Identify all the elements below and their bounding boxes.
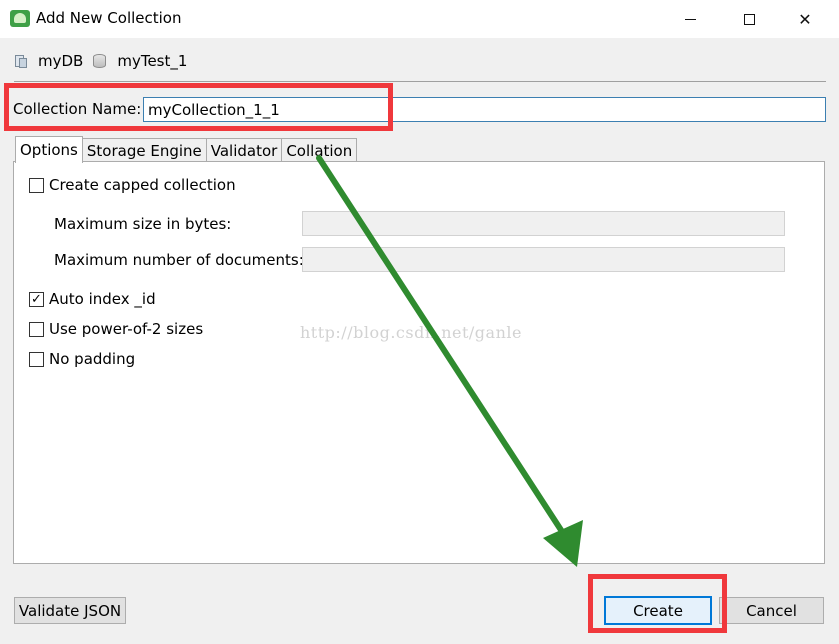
minimize-icon — [684, 18, 696, 20]
no-padding-checkbox[interactable] — [29, 351, 44, 367]
capped-checkbox[interactable] — [29, 177, 44, 193]
checkmark-icon: ✓ — [31, 291, 42, 307]
title-bar: Add New Collection ✕ — [0, 0, 839, 38]
max-documents-field — [302, 247, 785, 272]
window-title: Add New Collection — [36, 9, 182, 27]
maximize-icon — [743, 13, 755, 25]
max-size-field — [302, 211, 785, 236]
minimize-button[interactable] — [667, 0, 713, 38]
tab-bar: Options Storage Engine Validator Collati… — [15, 136, 358, 163]
collection-name-label: Collection Name: — [13, 100, 142, 118]
breadcrumb-collection: myTest_1 — [117, 52, 188, 70]
maximize-button[interactable] — [726, 0, 772, 38]
tab-collation[interactable]: Collation — [281, 138, 358, 162]
create-button[interactable]: Create — [604, 596, 712, 625]
database-icon — [14, 53, 28, 69]
power-of-2-option[interactable]: Use power-of-2 sizes — [29, 320, 203, 338]
tab-validator[interactable]: Validator — [205, 138, 283, 162]
no-padding-option[interactable]: No padding — [29, 350, 135, 368]
capped-collection-option[interactable]: Create capped collection — [29, 176, 236, 194]
tab-storage-engine[interactable]: Storage Engine — [81, 138, 207, 162]
capped-label: Create capped collection — [49, 176, 236, 194]
no-padding-label: No padding — [49, 350, 136, 368]
collection-icon — [93, 53, 107, 69]
validate-json-button[interactable]: Validate JSON — [14, 597, 126, 624]
watermark: http://blog.csdn.net/ganle — [300, 323, 522, 342]
auto-index-checkbox[interactable]: ✓ — [29, 291, 44, 307]
max-size-label: Maximum size in bytes: — [54, 215, 232, 233]
breadcrumb: myDB myTest_1 — [14, 50, 197, 72]
collection-name-input[interactable] — [143, 97, 826, 122]
separator — [14, 81, 826, 82]
tab-options[interactable]: Options — [15, 136, 83, 163]
power-of-2-label: Use power-of-2 sizes — [49, 320, 204, 338]
breadcrumb-database: myDB — [38, 52, 84, 70]
auto-index-option[interactable]: ✓ Auto index _id — [29, 290, 156, 308]
cancel-button[interactable]: Cancel — [719, 597, 824, 624]
max-documents-label: Maximum number of documents: — [54, 251, 304, 269]
app-leaf-icon — [10, 10, 30, 27]
close-button[interactable]: ✕ — [782, 0, 828, 38]
auto-index-label: Auto index _id — [49, 290, 156, 308]
close-icon: ✕ — [798, 9, 812, 29]
power-of-2-checkbox[interactable] — [29, 321, 44, 337]
